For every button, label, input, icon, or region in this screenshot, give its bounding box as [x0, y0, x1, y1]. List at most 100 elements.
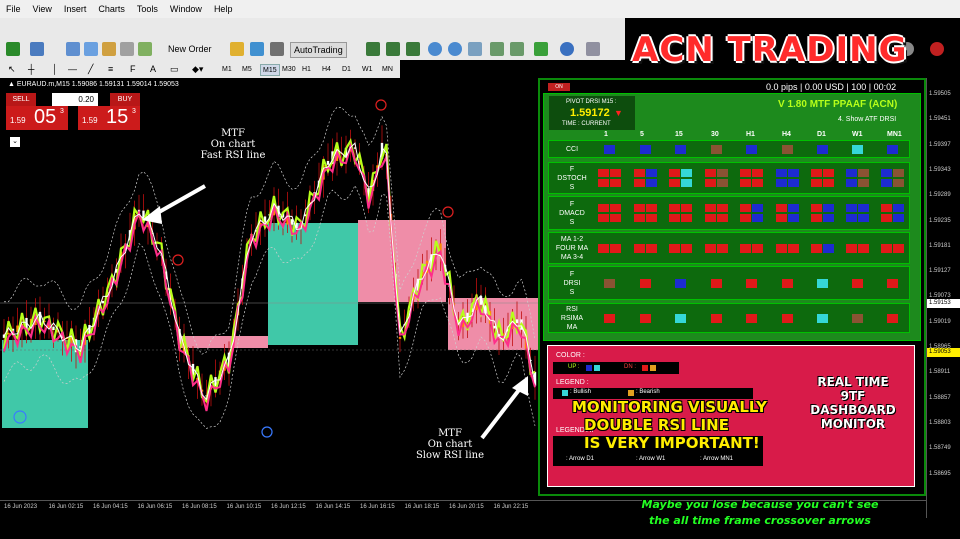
- candle-body: [326, 160, 330, 165]
- signal-cell: [717, 214, 728, 222]
- menu-window[interactable]: Window: [164, 0, 208, 18]
- navigator-icon[interactable]: [102, 42, 116, 56]
- cursor-icon[interactable]: ↖: [8, 62, 16, 76]
- crosshair-icon[interactable]: ┼: [28, 62, 34, 76]
- timeframe-mn[interactable]: MN: [380, 64, 395, 76]
- candle-chart-icon[interactable]: [386, 42, 400, 56]
- menu-charts[interactable]: Charts: [92, 0, 131, 18]
- price-tick: 1.58749: [929, 445, 951, 452]
- realtime-line: MONITOR: [820, 417, 886, 431]
- time-tick: 16 Jun 04:15: [93, 504, 128, 510]
- shapes-icon[interactable]: ◆▾: [192, 62, 203, 76]
- profiles-icon[interactable]: [30, 42, 44, 56]
- signal-cell: [717, 204, 728, 212]
- indicators-icon[interactable]: [534, 42, 548, 56]
- timeframe-m5[interactable]: M5: [240, 64, 254, 76]
- periods-icon[interactable]: [560, 42, 574, 56]
- signal-cell: [887, 313, 898, 323]
- timeframe-m15[interactable]: M15: [260, 64, 280, 76]
- timeframe-m30[interactable]: M30: [280, 64, 298, 76]
- signal-cell: [752, 169, 763, 177]
- monitor-text-3: IS VERY IMPORTANT!: [584, 434, 760, 452]
- buy-button[interactable]: BUY: [110, 93, 140, 106]
- timeframe-h4[interactable]: H4: [320, 64, 333, 76]
- timeframe-h1[interactable]: H1: [300, 64, 313, 76]
- tf-header-mn1: MN1: [887, 131, 902, 138]
- trendline-icon[interactable]: ╱: [88, 62, 93, 76]
- signal-cell: [893, 243, 904, 253]
- wave-2-marker: [261, 426, 273, 438]
- signal-cell: [776, 243, 787, 253]
- price-tick: 1.59127: [929, 268, 951, 275]
- row-label-3: MA 1-2 FOUR MA MA 3-4: [550, 235, 594, 262]
- signal-cell: [811, 204, 822, 212]
- sell-button[interactable]: SELL: [6, 93, 36, 106]
- market-watch-icon[interactable]: [66, 42, 80, 56]
- chart-shift-icon[interactable]: [510, 42, 524, 56]
- templates-icon[interactable]: [586, 42, 600, 56]
- signal-cell: [705, 169, 716, 177]
- signal-cell: [646, 169, 657, 177]
- signal-cell: [705, 204, 716, 212]
- signal-cell: [823, 204, 834, 212]
- signal-cell: [604, 278, 615, 288]
- text-tool-icon[interactable]: A: [150, 62, 156, 76]
- dashboard-toggle-tag[interactable]: ON: [548, 83, 570, 91]
- lot-size-input[interactable]: 0.20: [52, 93, 98, 106]
- data-window-icon[interactable]: [84, 42, 98, 56]
- signal-cell: [681, 204, 692, 212]
- realtime-text: REAL TIME 9TF DASHBOARD MONITOR: [798, 375, 908, 431]
- horizontal-line-icon[interactable]: —: [68, 62, 77, 76]
- tile-windows-icon[interactable]: [468, 42, 482, 56]
- fast-line-1: MTF: [221, 128, 245, 139]
- menu-view[interactable]: View: [27, 0, 58, 18]
- bar-chart-icon[interactable]: [366, 42, 380, 56]
- wave-5-marker: [375, 99, 387, 111]
- sell-price-small: 1.59: [10, 116, 26, 125]
- sell-price-box[interactable]: 1.59 05 3: [6, 106, 68, 130]
- menu-file[interactable]: File: [0, 0, 27, 18]
- tester-icon[interactable]: [138, 42, 152, 56]
- globe-icon[interactable]: [250, 42, 264, 56]
- signal-cell: [681, 214, 692, 222]
- time-tick: 16 Jun 14:15: [315, 504, 351, 510]
- menu-tools[interactable]: Tools: [131, 0, 164, 18]
- zoom-out-icon[interactable]: [448, 42, 462, 56]
- history-icon[interactable]: [270, 42, 284, 56]
- signal-cell: [776, 169, 787, 177]
- buy-price-box[interactable]: 1.59 15 3: [78, 106, 140, 130]
- timeframe-m1[interactable]: M1: [220, 64, 234, 76]
- price-tick: 1.59397: [929, 141, 951, 148]
- vertical-line-icon[interactable]: │: [52, 62, 58, 76]
- slow-line-1: MTF: [438, 428, 462, 439]
- channel-icon[interactable]: ≡: [108, 62, 113, 76]
- new-order-button[interactable]: New Order: [168, 42, 212, 56]
- label-tool-icon[interactable]: ▭: [170, 62, 179, 76]
- arrow-d1-label: : Arrow D1: [566, 456, 595, 462]
- menu-insert[interactable]: Insert: [58, 0, 93, 18]
- timeframe-w1[interactable]: W1: [360, 64, 375, 76]
- line-chart-icon[interactable]: [406, 42, 420, 56]
- autoscroll-icon[interactable]: [490, 42, 504, 56]
- signal-cell: [634, 169, 645, 177]
- pink-zone-1: [178, 336, 268, 348]
- notification-icon[interactable]: [930, 42, 944, 56]
- signal-cell: [846, 243, 857, 253]
- tf-header-30: 30: [711, 131, 719, 138]
- autotrading-button[interactable]: AutoTrading: [290, 42, 347, 58]
- metaeditor-icon[interactable]: [230, 42, 244, 56]
- menu-help[interactable]: Help: [208, 0, 239, 18]
- signal-cell: [782, 144, 793, 154]
- timeframe-d1[interactable]: D1: [340, 64, 353, 76]
- slow-line-3: Slow RSI line: [415, 450, 485, 461]
- terminal-icon[interactable]: [120, 42, 134, 56]
- signal-cell: [823, 214, 834, 222]
- new-chart-icon[interactable]: [6, 42, 20, 56]
- expand-icon[interactable]: ⌄: [10, 137, 20, 147]
- signal-cell: [746, 144, 757, 154]
- zoom-in-icon[interactable]: [428, 42, 442, 56]
- row-label-line: CCI: [565, 145, 579, 153]
- price-tick: 1.58911: [929, 369, 951, 376]
- fibonacci-icon[interactable]: F: [130, 62, 136, 76]
- monitor-text-2: DOUBLE RSI LINE: [584, 416, 729, 434]
